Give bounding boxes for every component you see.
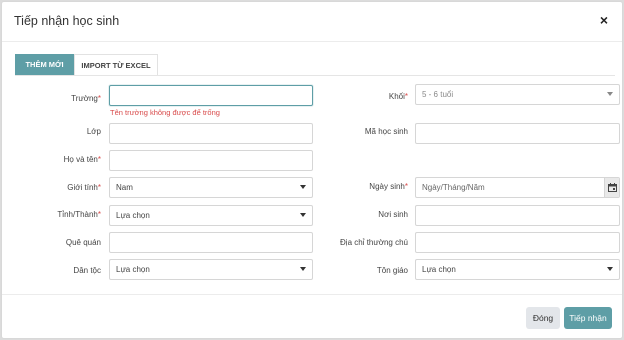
gioi-tinh-value: Nam — [116, 183, 133, 192]
modal-title: Tiếp nhận học sinh — [14, 14, 120, 28]
tinh-thanh-select[interactable]: Lựa chọn — [109, 205, 313, 226]
dan-toc-value: Lựa chọn — [116, 265, 150, 274]
truong-label: Trường* — [71, 94, 101, 103]
ton-giao-value: Lựa chọn — [422, 265, 456, 274]
ton-giao-select[interactable]: Lựa chọn — [415, 259, 620, 280]
khoi-label: Khối* — [388, 92, 408, 101]
truong-error: Tên trường không được để trống — [110, 108, 220, 117]
chevron-down-icon — [607, 92, 613, 96]
ho-va-ten-input[interactable] — [109, 150, 313, 171]
ma-hoc-sinh-input[interactable] — [415, 123, 620, 144]
ngay-sinh-label: Ngày sinh* — [369, 182, 408, 191]
footer-divider — [2, 294, 622, 295]
tab-add-new[interactable]: THÊM MỚI — [15, 54, 74, 76]
lop-input[interactable] — [109, 123, 313, 144]
noi-sinh-input[interactable] — [415, 205, 620, 226]
noi-sinh-label: Nơi sinh — [378, 210, 408, 219]
dia-chi-label: Địa chỉ thường chú — [340, 238, 408, 247]
tab-import-excel[interactable]: IMPORT TỪ EXCEL — [74, 54, 158, 76]
tab-divider — [15, 75, 615, 76]
truong-input[interactable] — [109, 85, 313, 106]
chevron-down-icon — [607, 267, 613, 271]
dan-toc-label: Dân tộc — [73, 266, 101, 275]
lop-label: Lớp — [86, 127, 101, 136]
que-quan-input[interactable] — [109, 232, 313, 253]
tinh-thanh-label: Tỉnh/Thành* — [57, 210, 101, 219]
ngay-sinh-input[interactable]: Ngày/Tháng/Năm — [415, 177, 620, 198]
tab-bar: THÊM MỚI IMPORT TỪ EXCEL — [15, 54, 158, 76]
submit-button[interactable]: Tiếp nhận — [564, 307, 612, 329]
ho-va-ten-label: Họ và tên* — [63, 155, 101, 164]
tinh-thanh-value: Lựa chọn — [116, 211, 150, 220]
student-intake-modal: Tiếp nhận học sinh × THÊM MỚI IMPORT TỪ … — [1, 1, 623, 339]
khoi-select[interactable]: 5 - 6 tuổi — [415, 84, 620, 105]
dia-chi-input[interactable] — [415, 232, 620, 253]
dan-toc-select[interactable]: Lựa chọn — [109, 259, 313, 280]
ma-hoc-sinh-label: Mã học sinh — [364, 127, 408, 136]
khoi-value: 5 - 6 tuổi — [422, 90, 454, 99]
calendar-icon[interactable] — [604, 178, 619, 197]
ton-giao-label: Tôn giáo — [376, 266, 408, 275]
close-icon[interactable]: × — [600, 13, 608, 27]
modal-header: Tiếp nhận học sinh × — [2, 2, 622, 42]
ngay-sinh-placeholder: Ngày/Tháng/Năm — [422, 183, 485, 192]
gioi-tinh-label: Giới tính* — [67, 183, 101, 192]
close-button[interactable]: Đóng — [526, 307, 560, 329]
gioi-tinh-select[interactable]: Nam — [109, 177, 313, 198]
que-quan-label: Quê quán — [65, 238, 101, 247]
